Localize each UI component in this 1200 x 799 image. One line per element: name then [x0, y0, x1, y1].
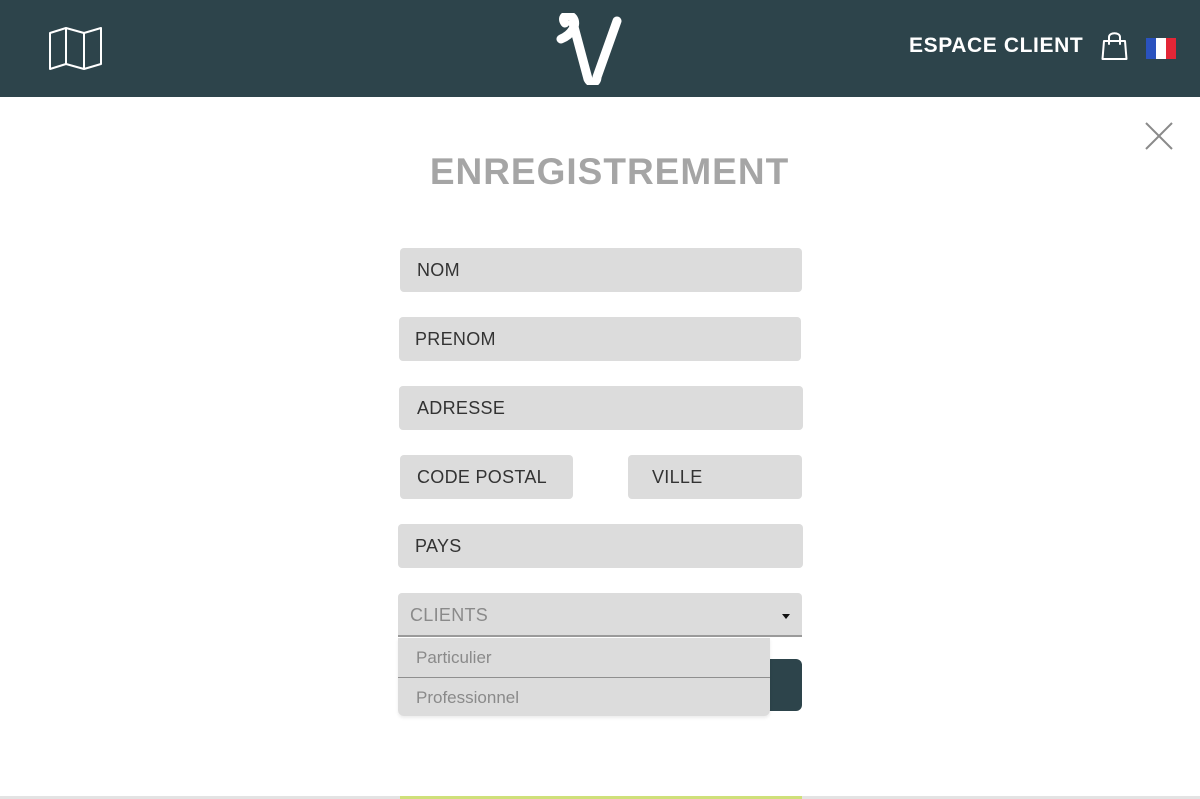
- prenom-placeholder: PRENOM: [415, 329, 496, 349]
- adresse-field[interactable]: ADRESSE: [399, 386, 803, 430]
- code-postal-field[interactable]: CODE POSTAL: [400, 455, 573, 499]
- nom-field[interactable]: NOM: [400, 248, 802, 292]
- clients-select[interactable]: CLIENTS: [398, 593, 802, 637]
- option-particulier[interactable]: Particulier: [398, 638, 770, 677]
- ville-placeholder: VILLE: [652, 467, 703, 487]
- caret-down-icon: [782, 614, 790, 619]
- adresse-placeholder: ADRESSE: [417, 398, 506, 418]
- nom-placeholder: NOM: [417, 260, 460, 280]
- pays-placeholder: PAYS: [415, 536, 462, 556]
- ville-field[interactable]: VILLE: [628, 455, 802, 499]
- flag-red-stripe: [1166, 38, 1176, 59]
- top-header: ESPACE CLIENT: [0, 0, 1200, 97]
- pays-field[interactable]: PAYS: [398, 524, 803, 568]
- page-title: ENREGISTREMENT: [429, 151, 790, 192]
- option-professionnel[interactable]: Professionnel: [398, 677, 770, 716]
- flag-fr-icon[interactable]: [1146, 38, 1176, 59]
- map-icon[interactable]: [48, 26, 103, 71]
- close-icon[interactable]: [1144, 121, 1174, 151]
- flag-white-stripe: [1156, 38, 1166, 59]
- v-logo-icon[interactable]: [555, 11, 623, 88]
- clients-dropdown-menu: Particulier Professionnel: [398, 638, 770, 716]
- shopping-bag-icon[interactable]: [1101, 30, 1128, 60]
- espace-client-link[interactable]: ESPACE CLIENT: [909, 34, 1083, 58]
- clients-select-value: CLIENTS: [410, 605, 489, 625]
- code-postal-placeholder: CODE POSTAL: [417, 467, 547, 487]
- flag-blue-stripe: [1146, 38, 1156, 59]
- prenom-field[interactable]: PRENOM: [399, 317, 801, 361]
